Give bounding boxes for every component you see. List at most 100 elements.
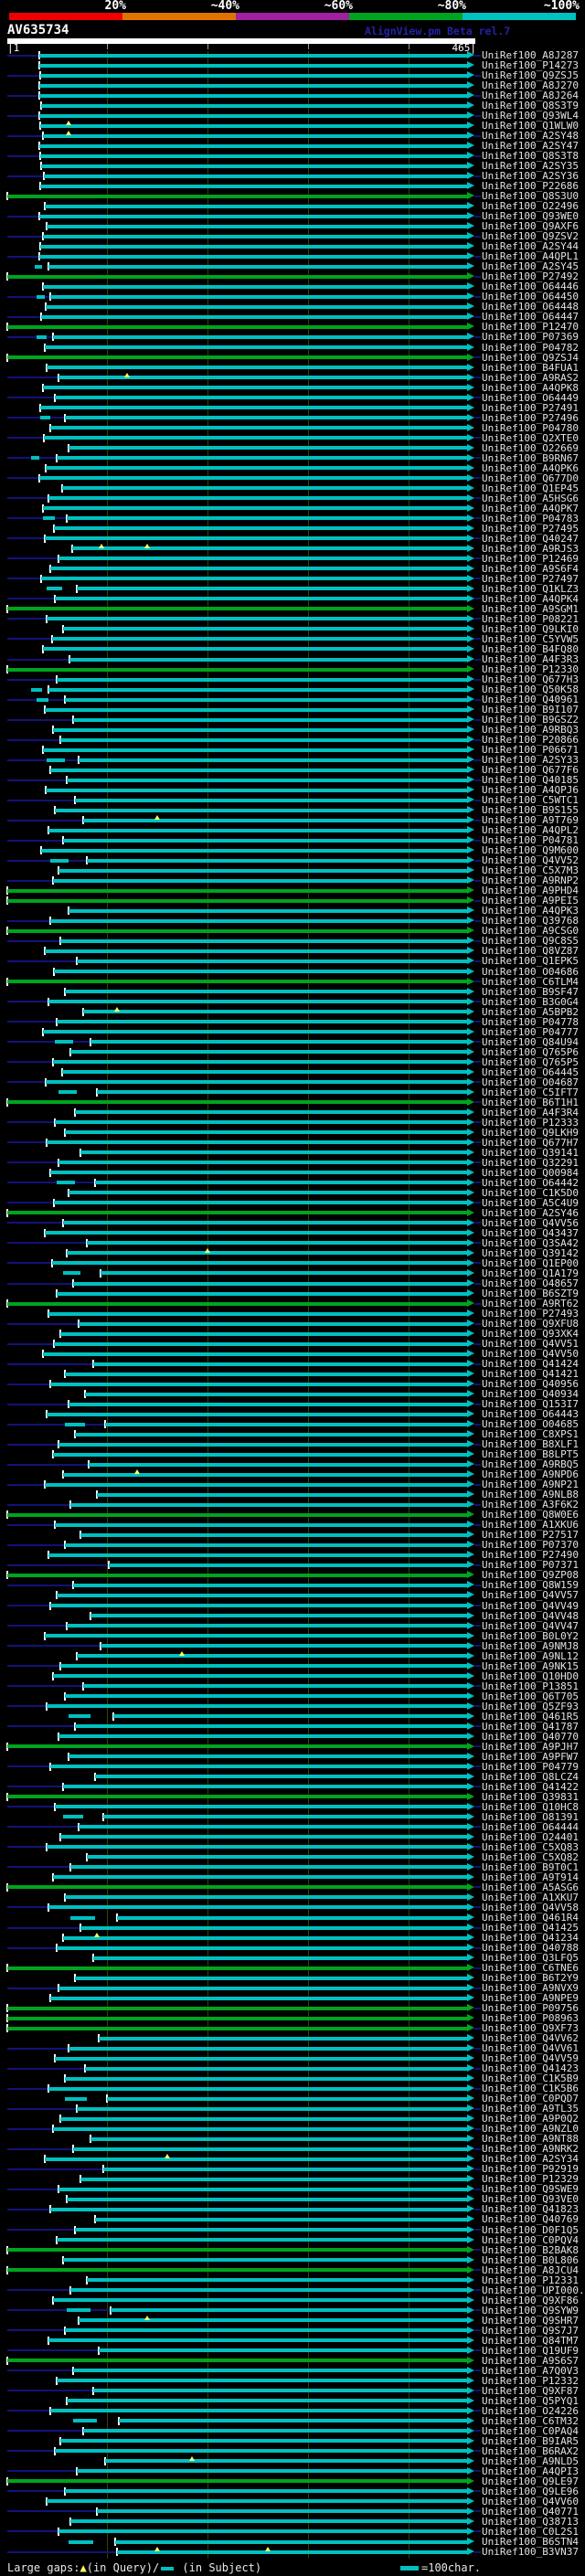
hit-bar[interactable] (58, 868, 467, 873)
hit-bar[interactable] (80, 1925, 467, 1930)
hit-bar[interactable] (48, 264, 467, 269)
hit-bar[interactable] (42, 284, 467, 289)
hit-label[interactable]: UniRef100_B0L806 (482, 2255, 579, 2265)
hit-bar[interactable] (7, 1573, 467, 1577)
hit-bar[interactable] (40, 73, 467, 78)
hit-bar[interactable] (51, 1261, 467, 1266)
hit-bar[interactable] (69, 908, 467, 913)
hit-bar[interactable] (97, 1492, 467, 1497)
hit-row[interactable]: UniRef100_Q40769 (0, 2214, 585, 2224)
hit-row[interactable]: UniRef100_Q9XF86 (0, 2295, 585, 2306)
hit-label[interactable]: UniRef100_Q4VV48 (482, 1611, 579, 1621)
hit-bar[interactable] (7, 355, 467, 359)
hit-row[interactable]: UniRef100_A4QPK8 (0, 383, 585, 393)
hit-label[interactable]: UniRef100_Q9ZSJ4 (482, 353, 579, 363)
hit-bar[interactable] (44, 2157, 467, 2161)
hit-bar[interactable] (48, 2086, 467, 2091)
hit-bar[interactable] (47, 1845, 467, 1850)
hit-row[interactable]: UniRef100_P27491 (0, 403, 585, 413)
hit-bar[interactable] (47, 1140, 467, 1145)
hit-bar[interactable] (57, 2238, 467, 2242)
hit-bar[interactable] (51, 637, 467, 641)
hit-bar[interactable] (69, 2046, 467, 2051)
hit-bar[interactable] (64, 416, 467, 420)
hit-bar[interactable] (72, 1281, 467, 1286)
hit-bar[interactable] (87, 2278, 467, 2282)
hit-bar[interactable] (7, 1301, 467, 1306)
hit-bar[interactable] (47, 366, 467, 369)
hit-row[interactable]: UniRef100_P07369 (0, 332, 585, 342)
hit-bar[interactable] (58, 557, 467, 561)
hit-bar[interactable] (7, 898, 467, 903)
hit-row[interactable]: UniRef100_Q9ZSJ4 (0, 353, 585, 363)
hit-bar[interactable] (90, 1614, 467, 1617)
hit-bar[interactable] (77, 587, 467, 591)
hit-row[interactable]: UniRef100_Q9S7J7 (0, 2326, 585, 2336)
hit-bar[interactable] (48, 2338, 467, 2343)
hit-bar[interactable] (7, 980, 467, 983)
hit-bar[interactable] (54, 1120, 467, 1125)
hit-bar[interactable] (7, 2006, 467, 2010)
hit-label[interactable]: UniRef100_A9NL12 (482, 1651, 579, 1661)
hit-bar[interactable] (92, 2389, 467, 2393)
hit-bar[interactable] (69, 1402, 467, 1406)
hit-bar[interactable] (50, 1171, 467, 1175)
hit-bar[interactable] (57, 456, 467, 461)
hit-bar[interactable] (94, 1775, 467, 1779)
hit-bar[interactable] (50, 1604, 467, 1607)
hit-bar[interactable] (74, 1724, 467, 1729)
hit-bar[interactable] (53, 1201, 467, 1205)
hit-bar[interactable] (72, 717, 467, 722)
hit-bar[interactable] (58, 1986, 467, 1990)
hit-bar[interactable] (74, 2228, 467, 2231)
hit-bar[interactable] (48, 687, 467, 692)
hit-bar[interactable] (97, 1090, 467, 1095)
hit-bar[interactable] (57, 677, 467, 682)
hit-bar[interactable] (62, 1472, 467, 1477)
hit-label[interactable]: UniRef100_B4FUA1 (482, 363, 579, 373)
hit-bar[interactable] (44, 707, 467, 712)
alignment-segment[interactable] (47, 587, 62, 591)
hit-row[interactable]: UniRef100_B4FUA1 (0, 363, 585, 373)
hit-bar[interactable] (54, 2449, 467, 2454)
hit-label[interactable]: UniRef100_A9RAS2 (482, 373, 579, 383)
hit-bar[interactable] (44, 1482, 467, 1487)
hit-bar[interactable] (54, 597, 467, 601)
hit-bar[interactable] (104, 1422, 467, 1426)
hit-bar[interactable] (7, 1795, 467, 1799)
hit-bar[interactable] (7, 1512, 467, 1517)
hit-label[interactable]: UniRef100_A8JCU4 (482, 2265, 579, 2275)
hit-label[interactable]: UniRef100_C0PQV4 (482, 2235, 579, 2245)
hit-row[interactable]: UniRef100_A8JCU4 (0, 2265, 585, 2275)
hit-bar[interactable] (74, 1110, 467, 1115)
hit-row[interactable]: UniRef100_B3VN37 (0, 2547, 585, 2557)
hit-bar[interactable] (48, 1553, 467, 1557)
hit-row[interactable]: UniRef100_P27496 (0, 413, 585, 423)
alignment-segment[interactable] (47, 758, 65, 762)
hit-bar[interactable] (53, 970, 467, 973)
hit-row[interactable]: UniRef100_P04778 (0, 1017, 585, 1027)
hit-bar[interactable] (79, 758, 467, 762)
alignment-segment[interactable] (54, 1040, 73, 1044)
hit-bar[interactable] (57, 1291, 467, 1296)
hit-bar[interactable] (44, 949, 467, 953)
hit-bar[interactable] (77, 2469, 467, 2474)
hit-bar[interactable] (39, 113, 467, 118)
hit-row[interactable]: UniRef100_Q4VV49 (0, 1601, 585, 1611)
hit-label[interactable]: UniRef100_Q4VV49 (482, 1601, 579, 1611)
hit-bar[interactable] (40, 184, 467, 188)
hit-bar[interactable] (39, 63, 467, 68)
hit-bar[interactable] (50, 1996, 467, 2000)
hit-row[interactable]: UniRef100_C6TLM4 (0, 977, 585, 987)
hit-row[interactable]: UniRef100_A9NMJ8 (0, 1641, 585, 1651)
hit-row[interactable]: UniRef100_O04687 (0, 1077, 585, 1087)
hit-row[interactable]: UniRef100_Q6T705 (0, 1691, 585, 1701)
hit-bar[interactable] (7, 2026, 467, 2030)
hit-row[interactable]: UniRef100_B0L806 (0, 2255, 585, 2265)
hit-bar[interactable] (58, 1734, 467, 1739)
hit-label[interactable]: UniRef100_P04782 (482, 343, 579, 353)
hit-label[interactable]: UniRef100_C6TLM4 (482, 977, 579, 987)
hit-row[interactable]: UniRef100_A5BPB2 (0, 1006, 585, 1017)
hit-label[interactable]: UniRef100_O64449 (482, 393, 579, 403)
hit-bar[interactable] (82, 2429, 467, 2433)
